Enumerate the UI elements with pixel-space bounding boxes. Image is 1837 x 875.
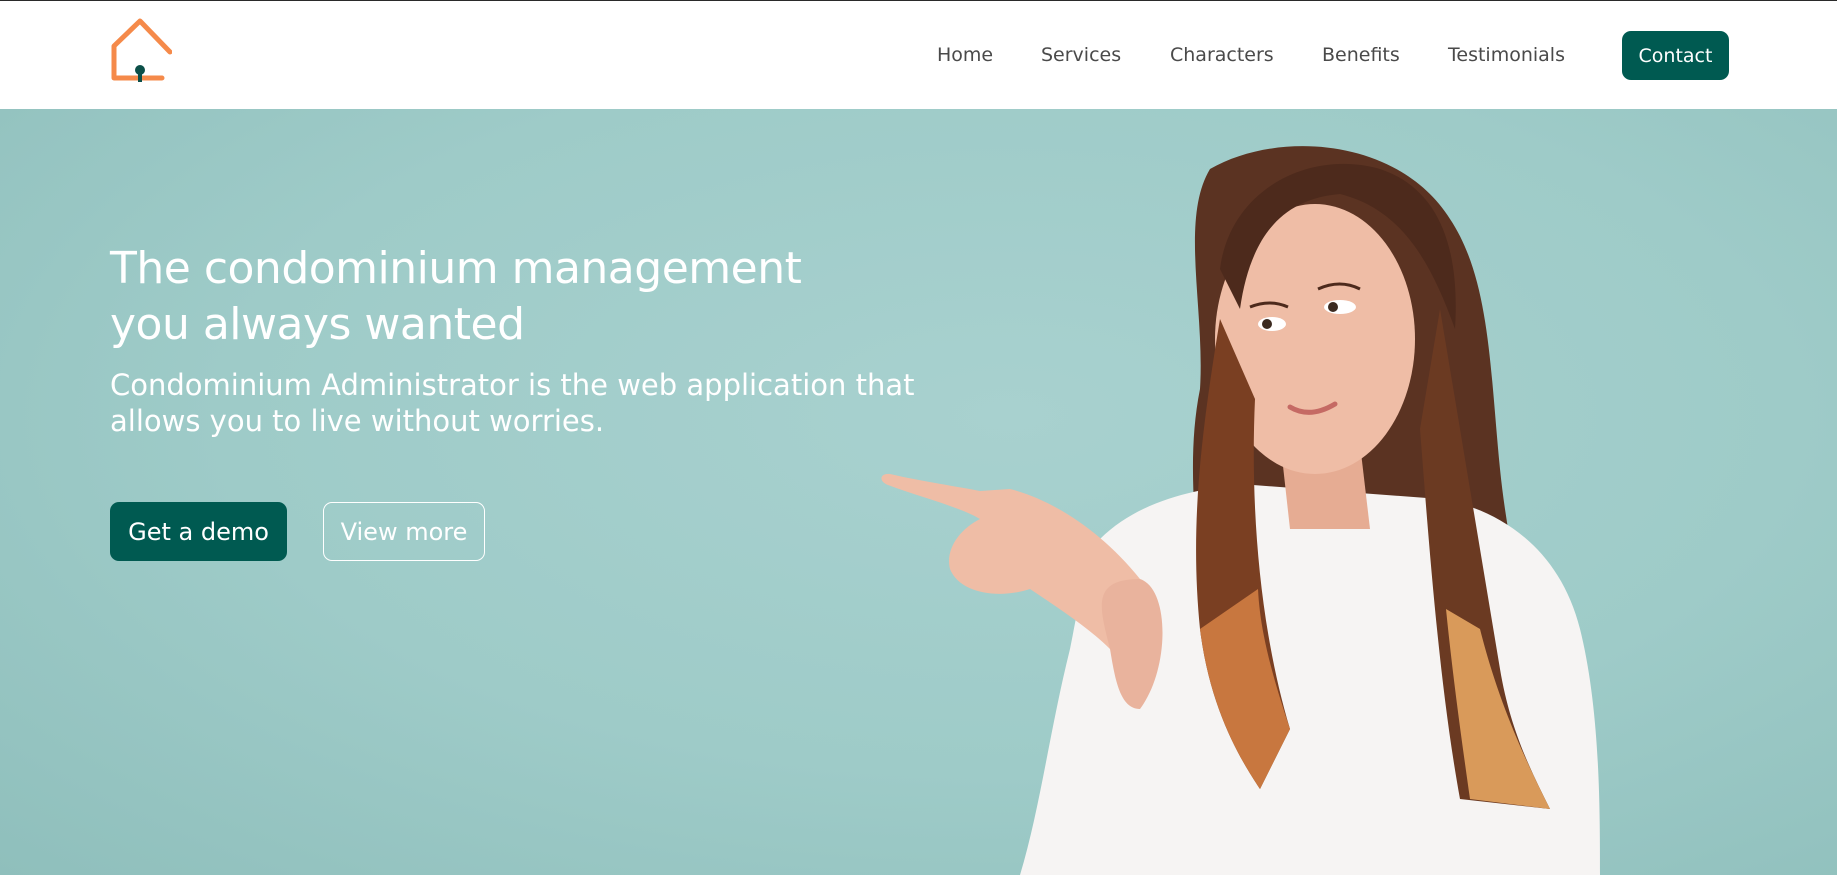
hero-subtitle: Condominium Administrator is the web app… (110, 368, 915, 438)
main-nav: Home Services Characters Benefits Testim… (0, 44, 1837, 70)
nav-services[interactable]: Services (1041, 44, 1121, 66)
contact-button[interactable]: Contact (1622, 31, 1729, 80)
nav-testimonials[interactable]: Testimonials (1448, 44, 1565, 66)
hero-section: The condominium management you always wa… (0, 109, 1837, 875)
nav-home[interactable]: Home (937, 44, 993, 66)
view-more-button[interactable]: View more (323, 502, 485, 561)
woman-pointing-left-photo (881, 146, 1600, 875)
hero-title: The condominium management you always wa… (110, 243, 802, 350)
get-demo-button[interactable]: Get a demo (110, 502, 287, 561)
nav-benefits[interactable]: Benefits (1322, 44, 1400, 66)
site-header: Home Services Characters Benefits Testim… (0, 1, 1837, 109)
nav-characters[interactable]: Characters (1170, 44, 1274, 66)
